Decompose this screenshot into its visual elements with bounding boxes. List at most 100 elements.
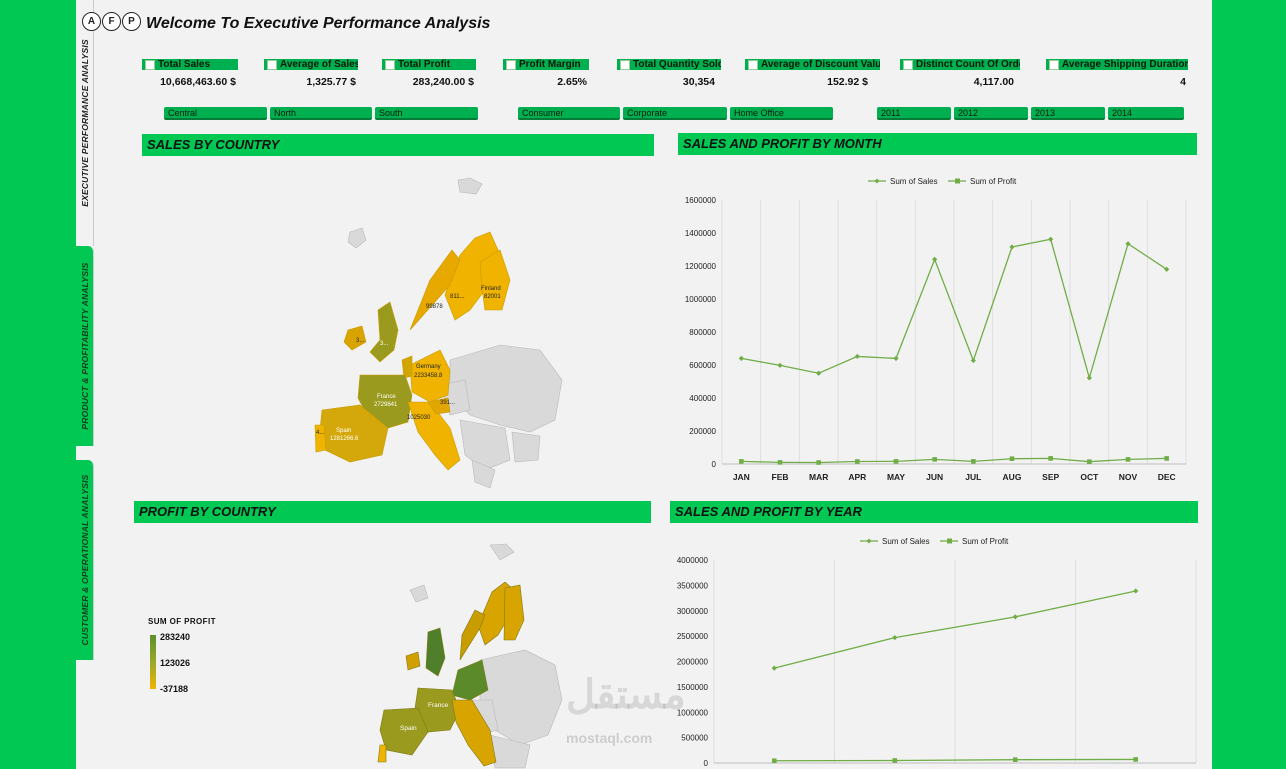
- map-value-norway: 811...: [450, 294, 465, 300]
- slicer-segment-consumer[interactable]: Consumer: [518, 107, 620, 120]
- checkbox-icon[interactable]: [267, 59, 277, 70]
- x-tick-label: NOV: [1119, 472, 1138, 482]
- x-tick-label: OCT: [1080, 472, 1099, 482]
- profit-point: [1087, 459, 1092, 464]
- profit-map: France Spain: [377, 543, 563, 769]
- legend-label: Sum of Sales: [882, 537, 930, 546]
- x-tick-label: JAN: [733, 472, 750, 482]
- kpi-label: Total Sales: [158, 59, 211, 70]
- slicer-year-2013[interactable]: 2013: [1031, 107, 1105, 120]
- kpi-average-sales[interactable]: Average of Sales 1,325.77 $: [264, 59, 358, 93]
- profit-point: [777, 460, 783, 465]
- slicer-region-north[interactable]: North: [270, 107, 372, 120]
- legend-min: -37188: [160, 684, 189, 694]
- slicer-year-2012[interactable]: 2012: [954, 107, 1028, 120]
- slicer-segment-corporate[interactable]: Corporate: [623, 107, 727, 120]
- kpi-label: Average Shipping Duration: [1062, 59, 1188, 70]
- profit-point: [771, 758, 777, 764]
- x-tick-label: SEP: [1042, 472, 1059, 482]
- kpi-label: Average of Sales: [280, 59, 358, 70]
- checkbox-icon[interactable]: [385, 59, 395, 70]
- kpi-value: 152.92 $: [827, 76, 868, 88]
- kpi-profit-margin[interactable]: Profit Margin 2.65%: [503, 59, 589, 93]
- checkbox-icon[interactable]: [748, 59, 758, 70]
- y-tick-label: 4000000: [677, 556, 709, 565]
- profit-point: [1048, 456, 1053, 461]
- sales-point: [777, 362, 783, 368]
- kpi-total-sales[interactable]: Total Sales 10,668,463.60 $: [142, 59, 238, 93]
- section-profit-by-country: PROFIT BY COUNTRY: [134, 501, 651, 523]
- sales-point: [738, 355, 744, 361]
- slicer-segment-home-office[interactable]: Home Office: [730, 107, 833, 120]
- afp-logo: A F P: [82, 12, 141, 31]
- tab-customer-label: CUSTOMER & OPERATIONAL ANALYSIS: [79, 474, 90, 646]
- kpi-average-discount[interactable]: Average of Discount Value 152.92 $: [745, 59, 880, 93]
- sales-map: Finland 82001 99878 811... 3... 3... Ger…: [314, 177, 563, 489]
- section-sales-profit-by-year: SALES AND PROFIT BY YEAR: [670, 501, 1198, 523]
- kpi-value: 4: [1180, 76, 1186, 88]
- kpi-value: 2.65%: [557, 76, 587, 88]
- profit-point: [1133, 757, 1139, 762]
- y-tick-label: 1600000: [685, 196, 717, 205]
- watermark-text: mostaql.com: [566, 730, 653, 746]
- kpi-average-shipping[interactable]: Average Shipping Duration 4: [1046, 59, 1188, 93]
- map-label-spain: Spain: [336, 428, 351, 434]
- legend-marker: [866, 538, 872, 544]
- sales-point: [1012, 614, 1018, 620]
- tab-customer-operational[interactable]: CUSTOMER & OPERATIONAL ANALYSIS: [76, 460, 94, 660]
- slicer-region-central[interactable]: Central: [164, 107, 267, 120]
- kpi-total-quantity[interactable]: Total Quantity Sold 30,354: [617, 59, 721, 93]
- map-value-austria: 391...: [440, 400, 455, 406]
- map-value-uk: 3...: [380, 341, 389, 347]
- map-label-france: France: [428, 702, 449, 709]
- slicer-region-south[interactable]: South: [375, 107, 478, 120]
- x-tick-label: FEB: [772, 472, 789, 482]
- legend-label: Sum of Sales: [890, 177, 938, 186]
- slicer-year-2014[interactable]: 2014: [1108, 107, 1184, 120]
- tab-executive-label: EXECUTIVE PERFORMANCE ANALYSIS: [79, 39, 90, 207]
- y-tick-label: 1200000: [685, 262, 717, 271]
- sales-point: [816, 370, 822, 376]
- profit-point: [816, 460, 821, 465]
- sales-point: [771, 665, 777, 671]
- tab-product-profitability[interactable]: PRODUCT & PROFITABILITY ANALYSIS: [76, 246, 94, 446]
- kpi-total-profit[interactable]: Total Profit 283,240.00 $: [382, 59, 476, 93]
- kpi-value: 1,325.77 $: [306, 76, 356, 88]
- slicer-year-2011[interactable]: 2011: [877, 107, 951, 120]
- kpi-distinct-orders[interactable]: Distinct Count Of Orders 4,117.00: [900, 59, 1020, 93]
- profit-point: [893, 459, 899, 464]
- y-tick-label: 3000000: [677, 607, 709, 616]
- profit-point: [855, 459, 860, 464]
- y-tick-label: 3500000: [677, 581, 709, 590]
- logo-letter: F: [102, 12, 121, 31]
- x-tick-label: JUN: [926, 472, 943, 482]
- legend-max: 283240: [160, 632, 191, 642]
- legend-label: Sum of Profit: [962, 537, 1009, 546]
- profit-point: [1164, 456, 1169, 461]
- kpi-label: Distinct Count Of Orders: [916, 59, 1020, 70]
- tab-product-label: PRODUCT & PROFITABILITY ANALYSIS: [79, 262, 90, 430]
- map-label-spain: Spain: [400, 725, 417, 732]
- map-label-germany: Germany: [416, 364, 441, 370]
- legend-color-scale: [150, 635, 156, 689]
- map-value-finland: 82001: [484, 294, 501, 300]
- kpi-label: Profit Margin: [519, 59, 581, 70]
- map-value-spain: 1281266.6: [330, 436, 359, 442]
- sales-point: [1009, 244, 1015, 250]
- profit-point: [932, 457, 937, 462]
- logo-letter: P: [122, 12, 141, 31]
- tab-executive-performance[interactable]: EXECUTIVE PERFORMANCE ANALYSIS: [76, 0, 94, 246]
- map-value-france: 2729841: [374, 402, 398, 408]
- checkbox-icon[interactable]: [1049, 59, 1059, 70]
- checkbox-icon[interactable]: [903, 59, 913, 70]
- checkbox-icon[interactable]: [620, 59, 630, 70]
- y-tick-label: 200000: [689, 427, 716, 436]
- map-value-germany: 2233458.8: [414, 373, 443, 379]
- checkbox-icon[interactable]: [506, 59, 516, 70]
- y-tick-label: 0: [704, 759, 709, 768]
- map-value-ireland: 3...: [356, 338, 365, 344]
- checkbox-icon[interactable]: [145, 59, 155, 70]
- profit-point: [739, 459, 744, 464]
- x-tick-label: MAR: [809, 472, 828, 482]
- left-frame: [0, 0, 76, 769]
